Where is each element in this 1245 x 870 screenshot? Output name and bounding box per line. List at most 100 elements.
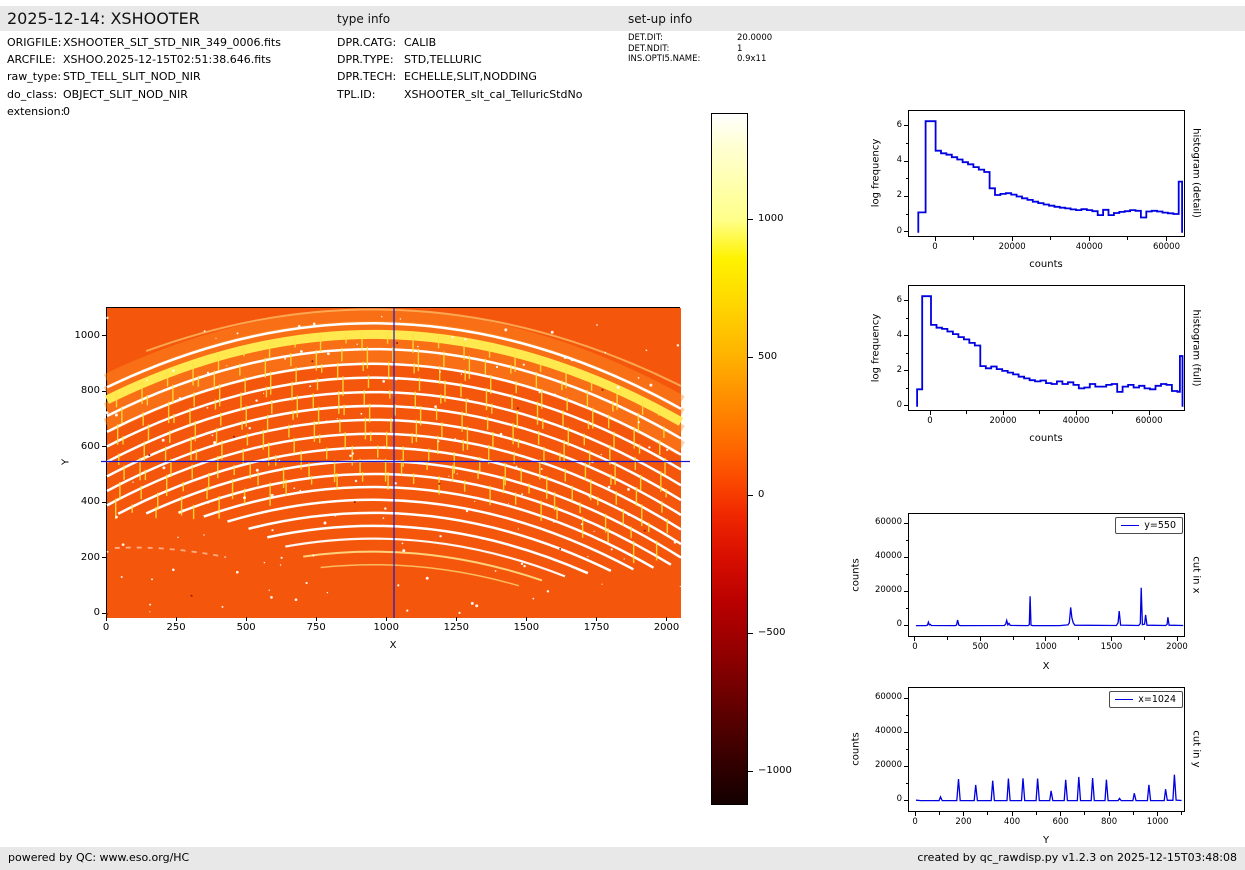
y-tick-mark bbox=[904, 556, 908, 558]
y-tick-mark bbox=[904, 522, 908, 524]
colorbar-tick-mark bbox=[748, 770, 753, 772]
colorbar-tick-mark bbox=[748, 218, 753, 220]
x-tick-mark bbox=[1157, 812, 1159, 816]
x-minor-tick bbox=[1132, 812, 1134, 815]
y-minor-tick bbox=[905, 143, 908, 144]
y-tick-label: 1000 bbox=[74, 329, 100, 341]
y-tick-mark bbox=[102, 557, 106, 559]
y-tick-mark bbox=[904, 231, 908, 233]
y-tick-mark bbox=[102, 446, 106, 448]
x-tick-label: 0 bbox=[927, 416, 933, 426]
y-minor-tick bbox=[905, 782, 908, 784]
y-tick-mark bbox=[904, 160, 908, 162]
x-tick-mark bbox=[385, 617, 387, 621]
x-tick-label: 0 bbox=[932, 242, 938, 252]
y-minor-tick bbox=[905, 748, 908, 750]
y-tick-label: 2 bbox=[896, 364, 902, 375]
x-minor-tick bbox=[987, 812, 989, 815]
x-tick-mark bbox=[934, 237, 936, 241]
x-tick-mark bbox=[1075, 411, 1077, 415]
y-tick-mark bbox=[904, 405, 908, 407]
x-tick-label: 750 bbox=[306, 622, 326, 633]
cut-y-legend: x=1024 bbox=[1109, 691, 1183, 708]
x-minor-tick bbox=[1127, 237, 1129, 240]
x-tick-mark bbox=[666, 617, 668, 621]
x-tick-label: 1500 bbox=[1100, 642, 1123, 652]
x-tick-label: 1250 bbox=[443, 622, 470, 633]
y-tick-label: 4 bbox=[896, 155, 902, 166]
x-tick-label: 1750 bbox=[583, 622, 610, 633]
y-minor-tick bbox=[905, 539, 908, 541]
y-tick-mark bbox=[102, 612, 106, 614]
cut-in-x-series bbox=[915, 587, 1184, 627]
x-tick-label: 40000 bbox=[1075, 242, 1103, 252]
y-tick-mark bbox=[102, 501, 106, 503]
y-tick-mark bbox=[904, 697, 908, 699]
colorbar-tick-label: 1000 bbox=[758, 213, 784, 225]
y-tick-label: 0 bbox=[93, 607, 100, 619]
y-tick-label: 60000 bbox=[874, 692, 902, 703]
x-tick-label: 1000 bbox=[373, 622, 399, 633]
x-tick-mark bbox=[914, 637, 916, 641]
x-minor-tick bbox=[1035, 812, 1037, 815]
x-tick-mark bbox=[1011, 812, 1013, 816]
x-tick-mark bbox=[525, 617, 527, 621]
x-tick-mark bbox=[1045, 637, 1047, 641]
histogram-detail-series bbox=[917, 120, 1184, 233]
cut-x-legend-label: y=550 bbox=[1144, 520, 1176, 531]
x-tick-mark bbox=[1176, 637, 1178, 641]
y-tick-mark bbox=[102, 390, 106, 392]
histogram-full-plot bbox=[908, 285, 1185, 411]
x-minor-tick bbox=[1112, 411, 1113, 414]
y-tick-label: 40000 bbox=[874, 726, 902, 737]
x-tick-label: 1000 bbox=[1035, 642, 1057, 652]
y-tick-label: 0 bbox=[896, 794, 902, 805]
y-minor-tick bbox=[905, 607, 908, 609]
y-minor-tick bbox=[905, 714, 908, 716]
x-tick-mark bbox=[1108, 812, 1110, 816]
x-minor-tick bbox=[1143, 637, 1145, 640]
x-tick-label: 20000 bbox=[998, 242, 1026, 252]
x-tick-mark bbox=[1148, 411, 1150, 415]
y-tick-mark bbox=[904, 300, 908, 302]
x-minor-tick bbox=[1084, 812, 1086, 815]
y-minor-tick bbox=[905, 573, 908, 575]
y-tick-mark bbox=[904, 195, 908, 197]
y-minor-tick bbox=[905, 317, 908, 319]
x-tick-mark bbox=[1165, 237, 1167, 241]
x-tick-label: 60000 bbox=[1152, 242, 1180, 252]
x-tick-label: 2000 bbox=[1166, 642, 1188, 652]
y-tick-label: 6 bbox=[896, 119, 902, 130]
x-tick-mark bbox=[315, 617, 317, 621]
x-tick-mark bbox=[175, 617, 177, 621]
histogram-full-series bbox=[916, 295, 1184, 407]
x-tick-mark bbox=[929, 411, 931, 415]
y-tick-label: 200 bbox=[80, 551, 100, 563]
y-tick-mark bbox=[904, 624, 908, 626]
colorbar-tick-mark bbox=[748, 494, 753, 496]
y-tick-mark bbox=[904, 765, 908, 767]
y-tick-mark bbox=[904, 799, 908, 801]
x-minor-tick bbox=[1039, 411, 1040, 414]
x-minor-tick bbox=[973, 237, 975, 240]
legend-line-sample bbox=[1115, 699, 1134, 700]
y-tick-mark bbox=[904, 335, 908, 337]
x-tick-mark bbox=[914, 812, 916, 816]
x-tick-label: 0 bbox=[102, 622, 110, 633]
colorbar-tick-mark bbox=[748, 632, 753, 634]
y-tick-label: 20000 bbox=[874, 585, 902, 596]
y-tick-label: 2 bbox=[896, 190, 902, 201]
x-tick-mark bbox=[1011, 237, 1013, 241]
x-minor-tick bbox=[938, 812, 940, 815]
x-tick-label: 500 bbox=[972, 642, 989, 652]
cut-in-y-series bbox=[915, 774, 1182, 802]
x-tick-mark bbox=[963, 812, 965, 816]
x-tick-label: 500 bbox=[236, 622, 256, 633]
y-minor-tick bbox=[905, 178, 908, 180]
y-tick-label: 800 bbox=[80, 385, 100, 397]
x-tick-mark bbox=[1060, 812, 1062, 816]
y-tick-label: 60000 bbox=[874, 517, 902, 528]
x-tick-label: 1500 bbox=[513, 622, 540, 633]
y-tick-mark bbox=[904, 125, 908, 127]
y-minor-tick bbox=[905, 387, 908, 389]
